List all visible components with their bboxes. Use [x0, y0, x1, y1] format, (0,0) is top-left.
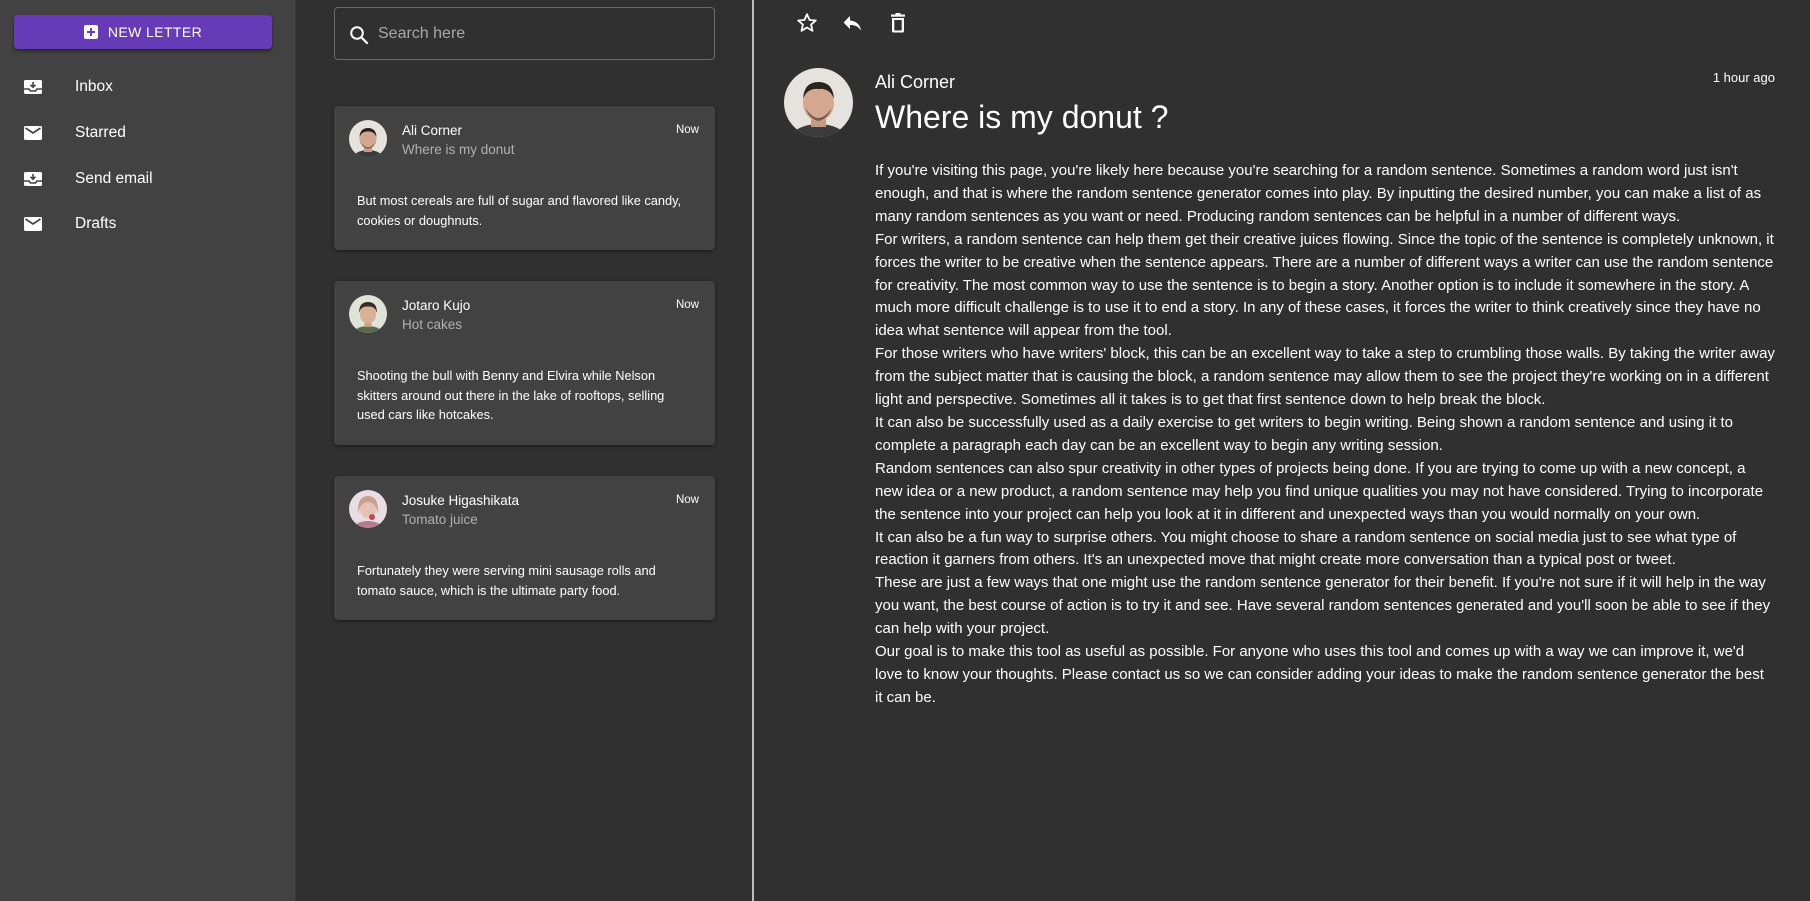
reader-time: 1 hour ago: [1712, 70, 1775, 85]
trash-icon[interactable]: [886, 11, 910, 35]
search-box[interactable]: [334, 7, 715, 60]
avatar: [349, 120, 387, 158]
star-icon[interactable]: [795, 11, 819, 35]
sidebar-item-drafts[interactable]: Drafts: [0, 201, 295, 247]
body-paragraph: It can also be a fun way to surprise oth…: [875, 528, 1737, 569]
avatar: [349, 490, 387, 528]
email-subject: Hot cakes: [402, 317, 463, 332]
body-paragraph: For writers, a random sentence can help …: [875, 230, 1774, 340]
email-subject: Where is my donut: [402, 142, 515, 157]
email-sender: Ali Corner: [402, 123, 463, 138]
body-paragraph: It can also be successfully used as a da…: [875, 413, 1733, 454]
email-preview: Shooting the bull with Benny and Elvira …: [357, 368, 665, 422]
sidebar: NEW LETTER Inbox Starred Send email Draf…: [0, 0, 296, 901]
add-box-icon: [83, 25, 98, 39]
reader-body: If you're visiting this page, you're lik…: [875, 160, 1775, 710]
email-card[interactable]: Ali Corner Where is my donut Now But mos…: [334, 106, 715, 250]
new-letter-button[interactable]: NEW LETTER: [14, 15, 272, 49]
email-card[interactable]: Josuke Higashikata Tomato juice Now Fort…: [334, 476, 715, 620]
search-icon: [350, 26, 369, 45]
inbox-icon: [24, 172, 42, 186]
reply-icon[interactable]: [840, 11, 864, 35]
body-paragraph: Our goal is to make this tool as useful …: [875, 643, 1764, 706]
email-subject: Tomato juice: [402, 512, 478, 527]
email-preview: Fortunately they were serving mini sausa…: [357, 563, 656, 598]
sidebar-item-starred[interactable]: Starred: [0, 110, 295, 156]
search-input[interactable]: [378, 18, 698, 50]
sender-avatar: [784, 68, 853, 137]
inbox-icon: [24, 80, 42, 94]
email-time: Now: [675, 299, 699, 311]
avatar: [349, 295, 387, 333]
email-sender: Josuke Higashikata: [402, 493, 520, 508]
sidebar-item-label: Drafts: [75, 215, 117, 232]
body-paragraph: If you're visiting this page, you're lik…: [875, 162, 1762, 225]
sidebar-item-send-email[interactable]: Send email: [0, 156, 295, 202]
body-paragraph: For those writers who have writers' bloc…: [875, 345, 1775, 409]
mail-icon: [24, 126, 42, 140]
email-time: Now: [675, 124, 699, 136]
email-sender: Jotaro Kujo: [402, 298, 471, 313]
new-letter-label: NEW LETTER: [107, 24, 203, 40]
sidebar-item-label: Starred: [75, 124, 126, 141]
sidebar-item-inbox[interactable]: Inbox: [0, 64, 295, 110]
sidebar-item-label: Send email: [75, 170, 153, 187]
email-time: Now: [675, 494, 699, 506]
email-card[interactable]: Jotaro Kujo Hot cakes Now Shooting the b…: [334, 281, 715, 445]
email-preview: But most cereals are full of sugar and f…: [357, 193, 682, 228]
reader-subject: Where is my donut ?: [875, 99, 1169, 135]
mail-icon: [24, 217, 42, 231]
body-paragraph: Random sentences can also spur creativit…: [875, 459, 1764, 523]
sidebar-item-label: Inbox: [75, 78, 113, 95]
reader-sender: Ali Corner: [875, 72, 956, 92]
body-paragraph: These are just a few ways that one might…: [875, 574, 1771, 638]
